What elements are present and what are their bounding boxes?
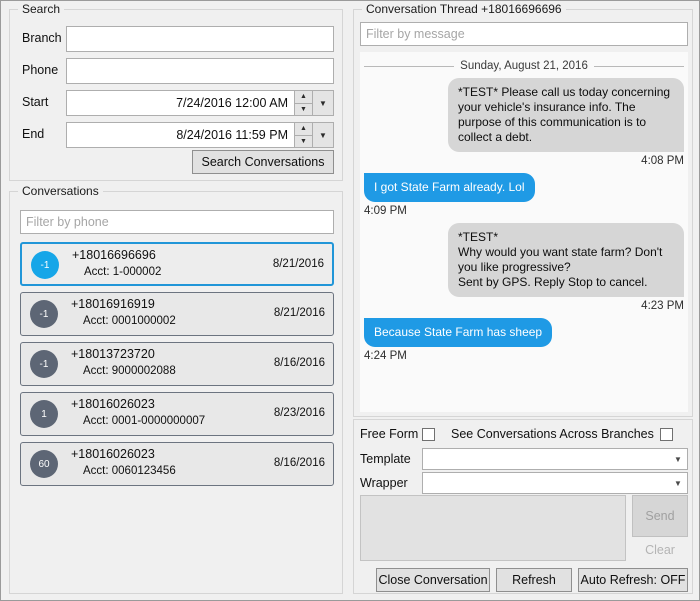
conversation-list-item[interactable]: -1 +18016696696 Acct: 1-000002 8/21/2016 bbox=[20, 242, 334, 286]
conversation-badge: 1 bbox=[30, 400, 58, 428]
close-conversation-button[interactable]: Close Conversation bbox=[376, 568, 490, 592]
application-window: Search Branch Phone Start 7/24/2016 12:0… bbox=[0, 0, 700, 601]
start-spinner-down-icon[interactable]: ▼ bbox=[295, 104, 312, 116]
conversation-date: 8/21/2016 bbox=[273, 307, 325, 319]
message-incoming: *TEST* Why would you want state farm? Do… bbox=[364, 223, 684, 312]
search-conversations-button[interactable]: Search Conversations bbox=[192, 150, 334, 174]
message-timestamp: 4:24 PM bbox=[364, 350, 407, 362]
conversation-account: Acct: 0060123456 bbox=[83, 465, 176, 477]
start-label: Start bbox=[22, 95, 49, 109]
message-incoming: *TEST* Please call us today concerning y… bbox=[364, 78, 684, 167]
conversation-filter-placeholder: Filter by phone bbox=[26, 215, 109, 229]
wrapper-label: Wrapper bbox=[360, 476, 408, 490]
conversation-list-item[interactable]: -1 +18016916919 Acct: 0001000002 8/21/2016 bbox=[20, 292, 334, 336]
branch-row: Branch bbox=[10, 26, 342, 52]
search-panel: Search Branch Phone Start 7/24/2016 12:0… bbox=[9, 2, 343, 181]
thread-date-label: Sunday, August 21, 2016 bbox=[460, 60, 588, 72]
end-datetime-value: 8/24/2016 11:59 PM bbox=[176, 128, 288, 142]
message-outgoing: I got State Farm already. Lol 4:09 PM bbox=[364, 173, 684, 217]
options-row: Free Form See Conversations Across Branc… bbox=[360, 426, 688, 444]
end-calendar-dropdown-icon[interactable]: ▼ bbox=[312, 123, 333, 147]
search-panel-title: Search bbox=[18, 2, 65, 16]
start-spinner-up-icon[interactable]: ▲ bbox=[295, 91, 312, 104]
conversations-panel: Conversations Filter by phone -1 +1801669… bbox=[9, 184, 343, 594]
across-branches-checkbox[interactable] bbox=[660, 428, 673, 441]
conversation-badge: -1 bbox=[30, 350, 58, 378]
auto-refresh-button[interactable]: Auto Refresh: OFF bbox=[578, 568, 688, 592]
end-spinner-down-icon[interactable]: ▼ bbox=[295, 136, 312, 148]
conversation-phone: +18016696696 bbox=[72, 248, 156, 262]
wrapper-row: Wrapper ▼ bbox=[354, 472, 692, 494]
clear-button[interactable]: Clear bbox=[632, 542, 688, 561]
message-timestamp: 4:09 PM bbox=[364, 205, 407, 217]
message-outgoing: Because State Farm has sheep 4:24 PM bbox=[364, 318, 684, 362]
conversation-account: Acct: 1-000002 bbox=[84, 266, 162, 278]
start-datetime-value: 7/24/2016 12:00 AM bbox=[176, 96, 288, 110]
conversation-list-item[interactable]: 60 +18016026023 Acct: 0060123456 8/16/2016 bbox=[20, 442, 334, 486]
free-form-checkbox[interactable] bbox=[422, 428, 435, 441]
message-timestamp: 4:23 PM bbox=[641, 300, 684, 312]
across-branches-label: See Conversations Across Branches bbox=[451, 427, 654, 441]
messages-container: *TEST* Please call us today concerning y… bbox=[360, 78, 688, 362]
send-button[interactable]: Send bbox=[632, 495, 688, 537]
message-bubble: *TEST* Why would you want state farm? Do… bbox=[448, 223, 684, 297]
conversation-thread-panel: Conversation Thread +18016696696 Filter … bbox=[353, 2, 693, 417]
template-row: Template ▼ bbox=[354, 448, 692, 470]
divider-line-right bbox=[593, 65, 685, 67]
message-bubble: Because State Farm has sheep bbox=[364, 318, 553, 347]
message-compose-input[interactable] bbox=[360, 495, 626, 561]
start-datetime-picker[interactable]: 7/24/2016 12:00 AM ▲ ▼ ▼ bbox=[66, 90, 334, 116]
branch-label: Branch bbox=[22, 31, 62, 45]
conversation-list[interactable]: -1 +18016696696 Acct: 1-000002 8/21/2016 -1 +… bbox=[20, 242, 334, 585]
message-filter-input[interactable]: Filter by message bbox=[360, 22, 688, 46]
conversation-phone: +18016026023 bbox=[71, 447, 155, 461]
message-filter-placeholder: Filter by message bbox=[366, 27, 465, 41]
conversations-panel-title: Conversations bbox=[18, 184, 103, 198]
chevron-down-icon: ▼ bbox=[674, 454, 682, 464]
conversation-account: Acct: 9000002088 bbox=[83, 365, 176, 377]
end-datetime-picker[interactable]: 8/24/2016 11:59 PM ▲ ▼ ▼ bbox=[66, 122, 334, 148]
conversation-phone: +18016026023 bbox=[71, 397, 155, 411]
refresh-button[interactable]: Refresh bbox=[496, 568, 572, 592]
message-bubble: *TEST* Please call us today concerning y… bbox=[448, 78, 684, 152]
phone-input[interactable] bbox=[66, 58, 334, 84]
thread-date-divider: Sunday, August 21, 2016 bbox=[364, 60, 685, 72]
start-spinner[interactable]: ▲ ▼ bbox=[294, 91, 312, 115]
conversation-badge: -1 bbox=[30, 300, 58, 328]
chevron-down-icon: ▼ bbox=[674, 478, 682, 488]
message-timestamp: 4:08 PM bbox=[641, 155, 684, 167]
divider-line-left bbox=[364, 65, 455, 67]
template-select[interactable]: ▼ bbox=[422, 448, 688, 470]
conversation-list-item[interactable]: 1 +18016026023 Acct: 0001-0000000007 8/23/2… bbox=[20, 392, 334, 436]
conversation-date: 8/16/2016 bbox=[273, 357, 325, 369]
end-spinner[interactable]: ▲ ▼ bbox=[294, 123, 312, 147]
phone-label: Phone bbox=[22, 63, 59, 77]
conversation-list-item[interactable]: -1 +18013723720 Acct: 9000002088 8/16/2016 bbox=[20, 342, 334, 386]
branch-input[interactable] bbox=[66, 26, 334, 52]
start-calendar-dropdown-icon[interactable]: ▼ bbox=[312, 91, 333, 115]
conversation-date: 8/21/2016 bbox=[272, 258, 324, 270]
conversation-phone: +18013723720 bbox=[71, 347, 155, 361]
template-label: Template bbox=[360, 452, 411, 466]
message-thread-scroll[interactable]: Sunday, August 21, 2016 *TEST* Please ca… bbox=[360, 52, 688, 412]
start-row: Start 7/24/2016 12:00 AM ▲ ▼ ▼ bbox=[10, 90, 342, 116]
compose-panel: Free Form See Conversations Across Branc… bbox=[353, 419, 693, 594]
conversation-phone: +18016916919 bbox=[71, 297, 155, 311]
conversation-badge: 60 bbox=[30, 450, 58, 478]
conversation-account: Acct: 0001-0000000007 bbox=[83, 415, 206, 427]
conversation-badge: -1 bbox=[31, 251, 59, 279]
conversation-date: 8/16/2016 bbox=[273, 457, 325, 469]
conversation-thread-title: Conversation Thread +18016696696 bbox=[362, 2, 566, 16]
phone-row: Phone bbox=[10, 58, 342, 84]
end-spinner-up-icon[interactable]: ▲ bbox=[295, 123, 312, 136]
end-row: End 8/24/2016 11:59 PM ▲ ▼ ▼ bbox=[10, 122, 342, 148]
message-bubble: I got State Farm already. Lol bbox=[364, 173, 535, 202]
wrapper-select[interactable]: ▼ bbox=[422, 472, 688, 494]
free-form-label: Free Form bbox=[360, 427, 419, 441]
conversation-filter-input[interactable]: Filter by phone bbox=[20, 210, 334, 234]
conversation-account: Acct: 0001000002 bbox=[83, 315, 176, 327]
end-label: End bbox=[22, 127, 45, 141]
conversation-date: 8/23/2016 bbox=[273, 407, 325, 419]
